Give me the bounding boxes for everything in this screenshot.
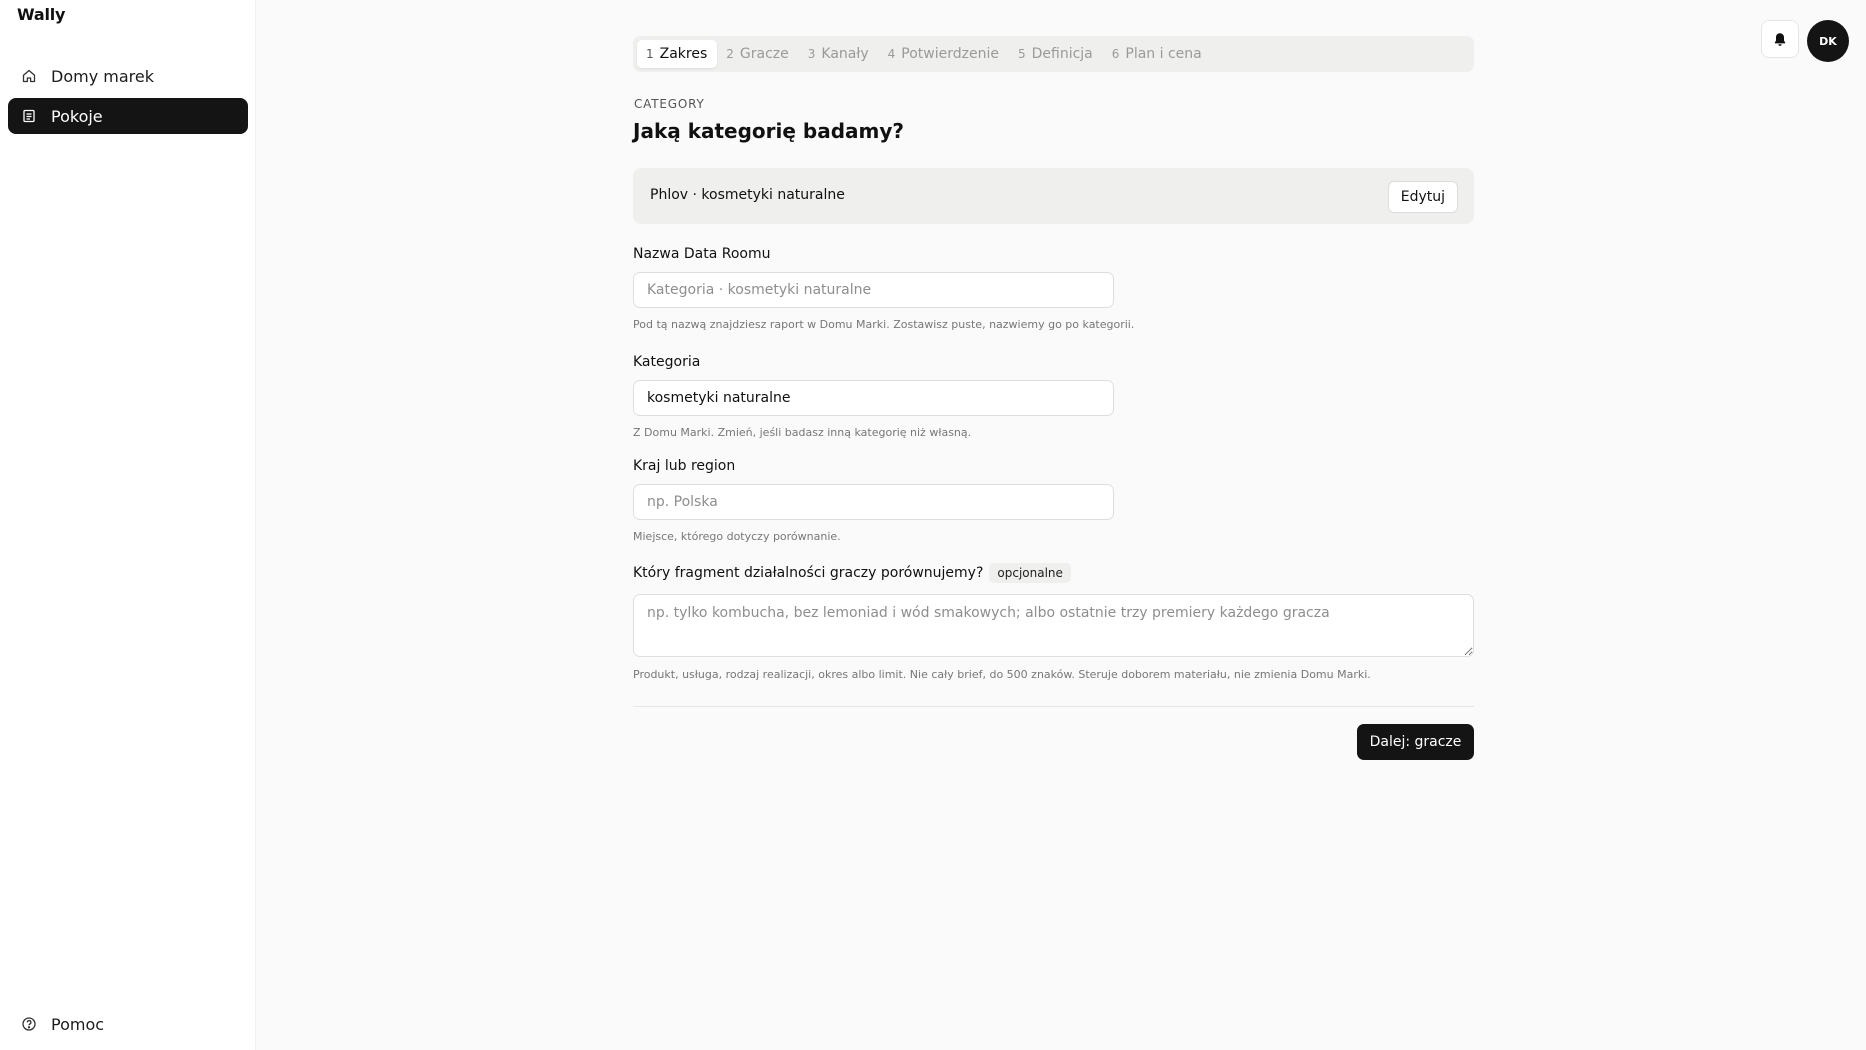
scope-field-label-row: Który fragment działalności graczy porów…: [633, 563, 1071, 583]
home-icon: [21, 68, 37, 84]
step-number: 6: [1111, 47, 1120, 61]
next-button[interactable]: Dalej: gracze: [1357, 724, 1474, 760]
sidebar-item-label: Pokoje: [51, 106, 103, 126]
step-gracze[interactable]: 2 Gracze: [717, 40, 798, 68]
step-number: 4: [887, 47, 896, 61]
edit-button[interactable]: Edytuj: [1387, 181, 1458, 213]
sidebar: Wally Domy marek Pokoje Pomoc: [0, 0, 256, 1050]
divider: [633, 706, 1474, 707]
step-plan-i-cena[interactable]: 6 Plan i cena: [1103, 40, 1212, 68]
region-input[interactable]: [633, 484, 1114, 520]
data-room-name-input[interactable]: [633, 272, 1114, 308]
category-field-hint: Z Domu Marki. Zmień, jeśli badasz inną k…: [633, 426, 972, 439]
sidebar-item-pokoje[interactable]: Pokoje: [8, 98, 248, 134]
step-number: 2: [726, 47, 734, 61]
category-input[interactable]: [633, 380, 1114, 416]
step-label: Zakres: [659, 46, 708, 62]
app-logo: Wally: [17, 5, 66, 24]
page-title: Jaką kategorię badamy?: [633, 119, 905, 143]
help-circle-icon: [21, 1016, 37, 1032]
brand-summary-card: Phlov · kosmetyki naturalne Edytuj: [633, 168, 1474, 224]
step-label: Kanały: [821, 46, 869, 62]
name-field-label: Nazwa Data Roomu: [633, 246, 771, 262]
avatar[interactable]: DK: [1807, 20, 1849, 62]
scope-textarea[interactable]: [633, 594, 1474, 657]
sidebar-item-pomoc[interactable]: Pomoc: [8, 1006, 248, 1042]
scope-field-hint: Produkt, usługa, rodzaj realizacji, okre…: [633, 668, 1371, 681]
brand-summary-text: Phlov · kosmetyki naturalne: [650, 187, 845, 203]
sidebar-item-label: Domy marek: [51, 66, 154, 86]
notifications-button[interactable]: [1761, 20, 1799, 58]
region-field-label: Kraj lub region: [633, 458, 736, 474]
wizard-stepper: 1 Zakres 2 Gracze 3 Kanały 4 Potwierdzen…: [633, 36, 1474, 72]
step-label: Gracze: [739, 46, 789, 62]
step-potwierdzenie[interactable]: 4 Potwierdzenie: [879, 40, 1009, 68]
scope-field-label: Który fragment działalności graczy porów…: [633, 565, 984, 581]
step-number: 3: [807, 47, 816, 61]
step-label: Plan i cena: [1125, 46, 1202, 62]
section-eyebrow: CATEGORY: [634, 97, 705, 111]
step-definicja[interactable]: 5 Definicja: [1009, 40, 1103, 68]
category-field-label: Kategoria: [633, 354, 701, 370]
sidebar-item-label: Pomoc: [51, 1014, 105, 1034]
optional-badge: opcjonalne: [989, 563, 1071, 583]
step-zakres[interactable]: 1 Zakres: [637, 40, 718, 68]
step-number: 1: [646, 47, 654, 61]
step-label: Potwierdzenie: [901, 46, 999, 62]
step-label: Definicja: [1031, 46, 1093, 62]
step-number: 5: [1017, 47, 1026, 61]
region-field-hint: Miejsce, którego dotyczy porównanie.: [633, 530, 841, 543]
name-field-hint: Pod tą nazwą znajdziesz raport w Domu Ma…: [633, 318, 1135, 331]
sidebar-item-domy-marek[interactable]: Domy marek: [8, 58, 248, 94]
document-icon: [21, 108, 37, 124]
bell-icon: [1773, 32, 1787, 47]
step-kanaly[interactable]: 3 Kanały: [799, 40, 879, 68]
